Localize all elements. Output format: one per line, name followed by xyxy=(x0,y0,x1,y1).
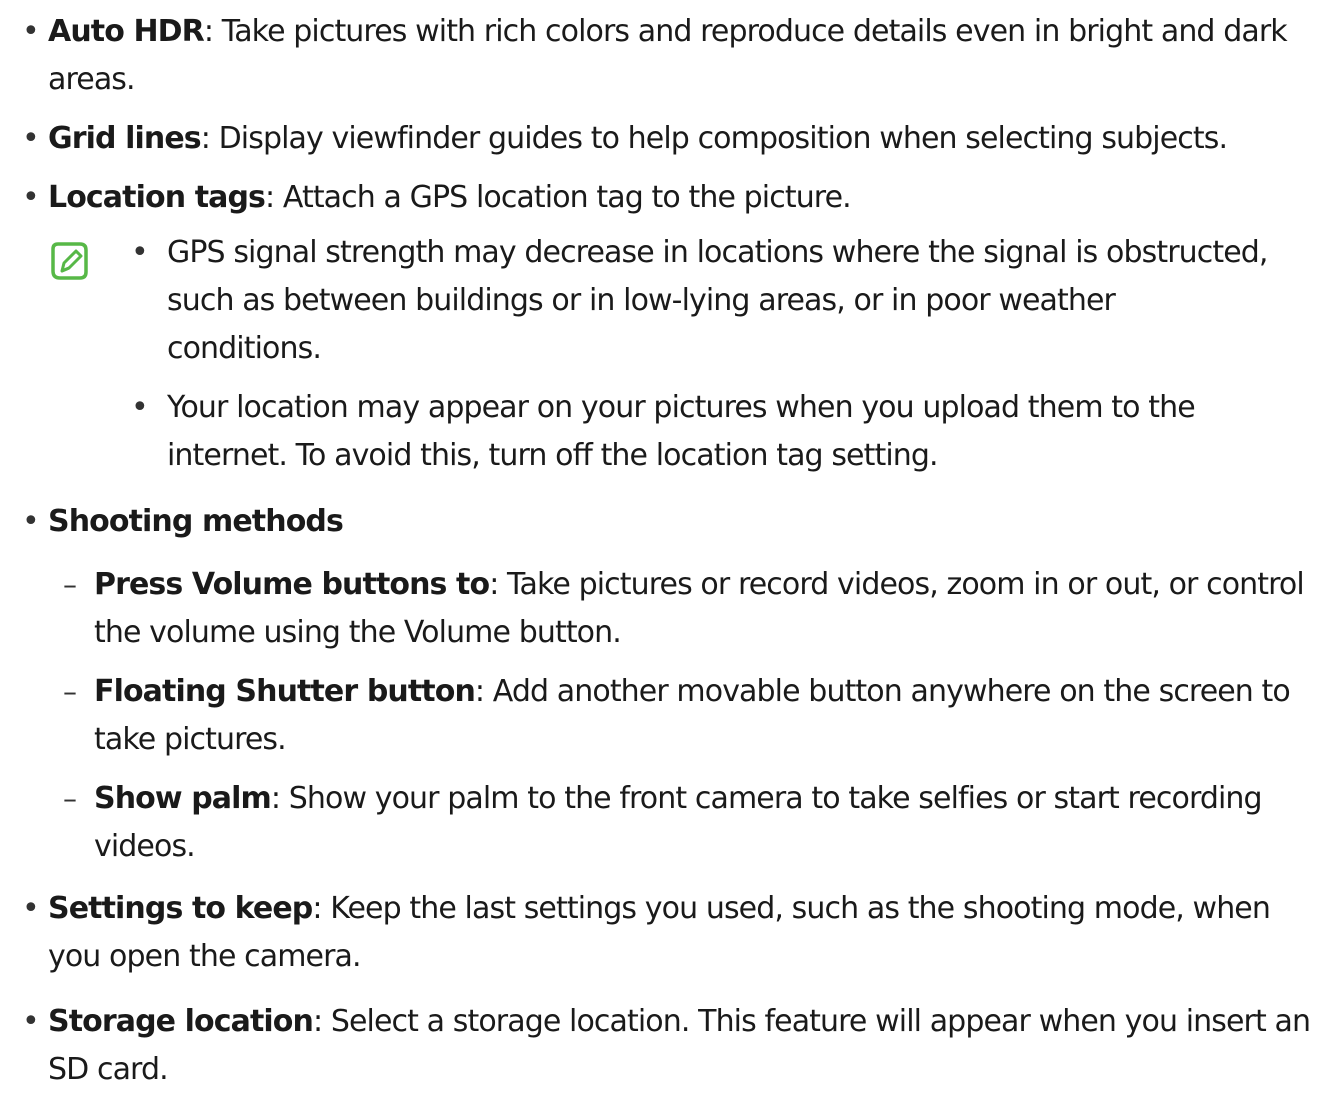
bullet-marker: • xyxy=(22,121,40,156)
item-term: Show palm xyxy=(94,781,272,816)
note-item-location-privacy: • Your location may appear on your pictu… xyxy=(0,384,1336,480)
sub-item-floating-shutter: – Floating Shutter button: Add another m… xyxy=(0,668,1336,764)
list-item-text: Shooting methods xyxy=(48,498,1318,546)
dash-marker: – xyxy=(63,675,77,708)
note-item-gps-signal: • GPS signal strength may decrease in lo… xyxy=(0,229,1336,373)
sub-item-text: Show palm: Show your palm to the front c… xyxy=(94,775,1330,871)
item-term: Auto HDR xyxy=(48,14,205,49)
dash-marker: – xyxy=(63,782,77,815)
list-item-location-tags: • Location tags: Attach a GPS location t… xyxy=(0,174,1336,222)
list-item-text: Storage location: Select a storage locat… xyxy=(48,998,1318,1094)
list-item-storage-location: • Storage location: Select a storage loc… xyxy=(0,998,1336,1094)
item-term: Floating Shutter button xyxy=(94,674,476,709)
note-text: Your location may appear on your picture… xyxy=(167,390,1196,473)
item-description: : Take pictures with rich colors and rep… xyxy=(48,14,1288,97)
bullet-marker: • xyxy=(22,1004,40,1039)
list-item-settings-to-keep: • Settings to keep: Keep the last settin… xyxy=(0,885,1336,981)
item-term: Press Volume buttons to xyxy=(94,567,490,602)
sub-item-text: Floating Shutter button: Add another mov… xyxy=(94,668,1330,764)
item-description: : Display viewfinder guides to help comp… xyxy=(200,121,1228,156)
document-page: • Auto HDR: Take pictures with rich colo… xyxy=(0,0,1336,1087)
list-item-text: Grid lines: Display viewfinder guides to… xyxy=(48,115,1318,163)
note-text: GPS signal strength may decrease in loca… xyxy=(167,235,1268,366)
sub-item-press-volume: – Press Volume buttons to: Take pictures… xyxy=(0,561,1336,657)
item-term: Settings to keep xyxy=(48,891,313,926)
list-item-grid-lines: • Grid lines: Display viewfinder guides … xyxy=(0,115,1336,163)
dash-marker: – xyxy=(63,568,77,601)
list-item-shooting-methods: • Shooting methods xyxy=(0,498,1336,546)
list-item-text: Location tags: Attach a GPS location tag… xyxy=(48,174,1318,222)
item-term: Shooting methods xyxy=(48,504,344,539)
item-term: Storage location xyxy=(48,1004,314,1039)
bullet-marker: • xyxy=(22,504,40,539)
bullet-marker: • xyxy=(131,235,149,270)
bullet-marker: • xyxy=(22,891,40,926)
item-term: Location tags xyxy=(48,180,266,215)
list-item-text: Auto HDR: Take pictures with rich colors… xyxy=(48,8,1318,104)
bullet-marker: • xyxy=(22,14,40,49)
sub-item-show-palm: – Show palm: Show your palm to the front… xyxy=(0,775,1336,871)
item-description: : Attach a GPS location tag to the pictu… xyxy=(265,180,852,215)
list-item-auto-hdr: • Auto HDR: Take pictures with rich colo… xyxy=(0,8,1336,104)
sub-item-text: Press Volume buttons to: Take pictures o… xyxy=(94,561,1330,657)
list-item-text: Settings to keep: Keep the last settings… xyxy=(48,885,1318,981)
bullet-marker: • xyxy=(22,180,40,215)
item-term: Grid lines xyxy=(48,121,202,156)
bullet-marker: • xyxy=(131,390,149,425)
